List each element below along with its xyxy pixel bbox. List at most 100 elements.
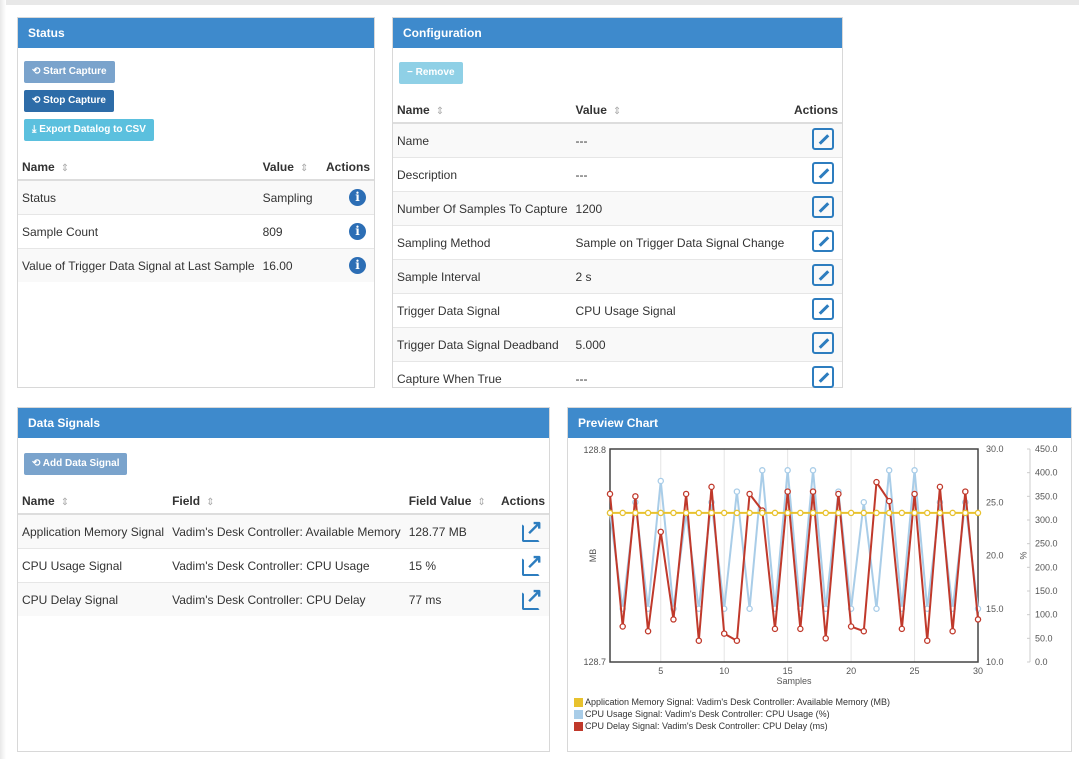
legend-label: CPU Usage Signal: Vadim's Desk Controlle… (585, 709, 830, 719)
series-point (797, 509, 804, 517)
table-row: CPU Delay Signal Vadim's Desk Controller:… (18, 582, 549, 616)
edit-icon[interactable] (812, 298, 834, 320)
series-point (670, 616, 677, 623)
row-value: 1200 (571, 191, 789, 226)
sort-icon: ⇕ (477, 497, 486, 508)
table-row: Capture When True --- (393, 361, 842, 395)
ms-axis-tick-label: 150.0 (1035, 586, 1058, 596)
series-point (873, 605, 880, 612)
ms-axis-tick-label: 350.0 (1035, 491, 1058, 501)
start-capture-button[interactable]: ⟲ Start Capture (24, 61, 115, 83)
edit-icon[interactable] (812, 264, 834, 286)
column-header-value[interactable]: Value ⇕ (258, 155, 317, 181)
row-field: Vadim's Desk Controller: Available Memor… (168, 513, 405, 549)
table-row: Value of Trigger Data Signal at Last Sam… (18, 248, 374, 282)
series-point (733, 637, 741, 644)
series-point (885, 509, 893, 517)
row-name: Sample Interval (393, 259, 572, 294)
mb-axis-tick-label: 128.7 (583, 657, 606, 667)
column-header-name[interactable]: Name ⇕ (18, 489, 169, 515)
series-point (797, 625, 804, 633)
column-header-actions: Actions (788, 98, 842, 124)
sort-icon: ⇕ (435, 106, 445, 117)
data-signals-table: Name ⇕ Field ⇕ Field Value ⇕ Actions Applic… (18, 489, 549, 616)
edit-icon[interactable] (812, 128, 834, 150)
external-link-icon[interactable] (522, 549, 543, 576)
pct-axis-tick-label: 25.0 (986, 497, 1004, 507)
series-point (936, 483, 944, 491)
series-point (923, 509, 931, 517)
legend-item[interactable]: Application Memory Signal: Vadim's Desk … (574, 696, 890, 708)
series-point (898, 509, 906, 517)
series-point (784, 488, 791, 495)
series-point (860, 627, 868, 635)
window-left-border (0, 0, 6, 759)
series-point (695, 509, 703, 517)
stop-capture-button[interactable]: ⟲ Stop Capture (24, 90, 114, 112)
series-point (720, 630, 728, 637)
row-value: 5.000 (571, 327, 789, 362)
ms-axis-tick-label: 300.0 (1035, 515, 1058, 525)
status-table: Name ⇕ Value ⇕ Actions Status Sampling i S… (18, 155, 374, 282)
row-value: --- (571, 157, 789, 192)
row-name: Trigger Data Signal (393, 293, 572, 328)
external-link-icon[interactable] (522, 515, 543, 542)
add-data-signal-button[interactable]: ⟲ Add Data Signal (24, 453, 128, 475)
sort-icon: ⇕ (612, 106, 622, 117)
edit-icon[interactable] (812, 230, 834, 252)
series-point (860, 499, 868, 506)
series-point (746, 490, 753, 498)
info-icon[interactable]: i (349, 257, 366, 274)
row-field-value: 128.77 MB (404, 513, 493, 549)
series-point (885, 467, 893, 474)
remove-button[interactable]: − Remove (399, 62, 463, 84)
edit-icon[interactable] (812, 162, 834, 184)
series-point (784, 509, 791, 517)
edit-icon[interactable] (812, 366, 834, 388)
series-point (657, 477, 665, 485)
row-name: Application Memory Signal (18, 513, 169, 549)
series-point (632, 493, 639, 500)
series-point (759, 509, 766, 517)
edit-icon[interactable] (812, 196, 834, 218)
series-point (670, 509, 677, 517)
series-point (619, 509, 626, 517)
edit-icon[interactable] (812, 332, 834, 354)
legend-item[interactable]: CPU Usage Signal: Vadim's Desk Controlle… (574, 708, 830, 720)
series-point (708, 483, 715, 491)
series-point (809, 488, 817, 495)
refresh-icon: ⟲ (32, 66, 44, 77)
row-value: 2 s (571, 259, 789, 294)
table-row: Sample Count 809 i (18, 214, 374, 249)
series-point (962, 509, 969, 517)
pct-axis-label: % (1018, 551, 1028, 559)
refresh-icon: ⟲ (32, 458, 43, 469)
preview-chart-panel-title: Preview Chart (568, 408, 1071, 438)
series-point (809, 509, 817, 517)
table-row: Application Memory Signal Vadim's Desk Co… (18, 513, 549, 549)
series-point (733, 488, 741, 495)
info-icon[interactable]: i (349, 189, 366, 206)
column-header-field-value[interactable]: Field Value ⇕ (404, 489, 493, 515)
export-datalog-button[interactable]: ⤓ Export Datalog to CSV (24, 119, 154, 141)
series-point (682, 490, 690, 498)
row-value: --- (571, 361, 789, 395)
series-point (822, 635, 829, 642)
series-point (784, 467, 791, 474)
preview-chart: 5 10 15 20 25 30 Samples 128.8 128.7 MB 10.0 15.0 20… (583, 444, 1058, 686)
status-panel-title: Status (18, 18, 374, 48)
table-row: Name --- (393, 122, 842, 158)
column-header-field[interactable]: Field ⇕ (168, 489, 405, 515)
external-link-icon[interactable] (522, 583, 543, 610)
column-header-name[interactable]: Name ⇕ (18, 155, 259, 181)
series-point (682, 509, 690, 517)
row-name: Sampling Method (393, 225, 572, 260)
column-header-value[interactable]: Value ⇕ (571, 98, 789, 124)
series-point (873, 509, 880, 517)
x-tick-label: 20 (846, 666, 856, 676)
series-point (708, 509, 715, 517)
row-name: Number Of Samples To Capture (393, 191, 572, 226)
legend-item[interactable]: CPU Delay Signal: Vadim's Desk Controlle… (574, 720, 828, 732)
column-header-name[interactable]: Name ⇕ (393, 98, 572, 124)
info-icon[interactable]: i (349, 223, 366, 240)
